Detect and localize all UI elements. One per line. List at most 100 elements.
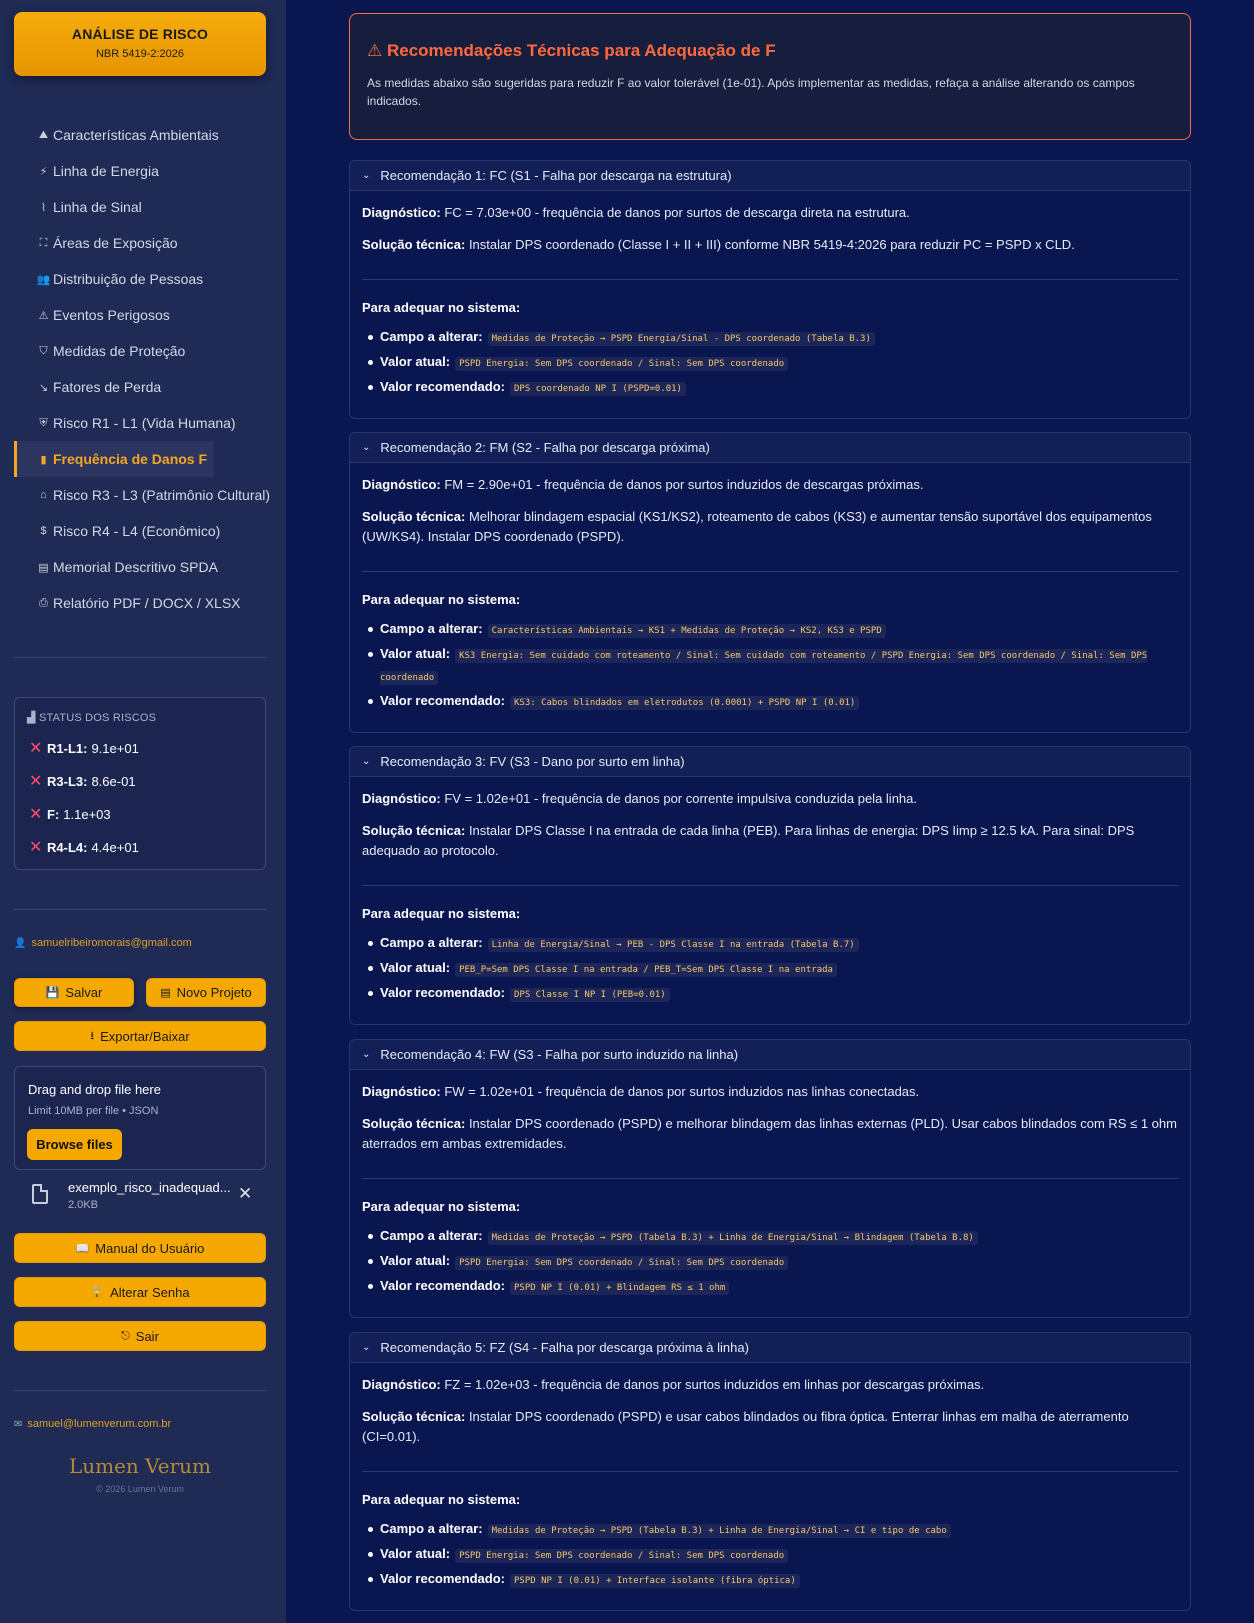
new-project-button[interactable]: ▤ Novo Projeto	[146, 978, 266, 1007]
nav-distribuicao-pessoas[interactable]: 👥 Distribuição de Pessoas	[14, 261, 286, 297]
lock-icon: 🔒	[90, 1286, 105, 1299]
nav-label: Risco R4 - L4 (Econômico)	[53, 523, 221, 539]
status-row-r3: ✕ R3-L3: 8.6e-01	[29, 773, 136, 790]
recommendation-1: ⌄ Recomendação 1: FC (S1 - Falha por desc…	[349, 160, 1191, 419]
nav-eventos-perigosos[interactable]: ⚠ Eventos Perigosos	[14, 297, 286, 333]
technical-solution: Solução técnica: Melhorar blindagem espa…	[362, 509, 1152, 544]
adjust-heading: Para adequar no sistema:	[362, 1199, 521, 1214]
file-size: 2.0KB	[68, 1199, 98, 1211]
export-button[interactable]: ⭳ Exportar/Baixar	[14, 1021, 266, 1051]
nav-medidas-protecao[interactable]: ⛉ Medidas de Proteção	[14, 333, 286, 369]
fail-icon: ✕	[29, 773, 43, 790]
nav-label: Linha de Energia	[53, 163, 159, 179]
logout-icon: ⎋	[121, 1329, 130, 1342]
remove-file-icon[interactable]: ✕	[238, 1184, 252, 1204]
adjust-heading: Para adequar no sistema:	[362, 592, 521, 607]
chevron-down-icon: ⌄	[362, 170, 371, 181]
logout-button[interactable]: ⎋ Sair	[14, 1321, 266, 1351]
museum-icon: ⌂	[40, 489, 47, 501]
browse-files-button[interactable]: Browse files	[27, 1129, 122, 1160]
divider	[14, 909, 266, 910]
chevron-down-icon: ⌄	[362, 1049, 371, 1060]
people-icon: 👥	[36, 273, 51, 286]
diagnostic: Diagnóstico: FM = 2.90e+01 - frequência …	[362, 477, 924, 492]
file-name: exemplo_risco_inadequad...	[68, 1180, 231, 1195]
chevron-down-icon: ⌄	[362, 1342, 371, 1353]
recommendation-header[interactable]: ⌄ Recomendação 3: FV (S3 - Dano por surto…	[350, 747, 1190, 777]
diagnostic: Diagnóstico: FC = 7.03e+00 - frequência …	[362, 205, 910, 220]
field-to-change: Campo a alterar: Características Ambienta…	[368, 619, 1178, 641]
expand-icon: ⛶	[39, 236, 48, 249]
save-button[interactable]: 💾 Salvar	[14, 978, 134, 1007]
nav-memorial-spda[interactable]: ▤ Memorial Descritivo SPDA	[14, 549, 286, 585]
nav-label: Relatório PDF / DOCX / XLSX	[53, 595, 241, 611]
current-value: Valor atual: PSPD Energia: Sem DPS coorde…	[368, 1251, 1178, 1273]
recommendation-header[interactable]: ⌄ Recomendação 5: FZ (S4 - Falha por desc…	[350, 1333, 1190, 1363]
field-to-change: Campo a alterar: Medidas de Proteção → PS…	[368, 1226, 1178, 1248]
current-value: Valor atual: KS3 Energia: Sem cuidado com…	[368, 644, 1178, 688]
technical-solution: Solução técnica: Instalar DPS coordenado…	[362, 1409, 1129, 1444]
nav-risco-r3[interactable]: ⌂ Risco R3 - L3 (Patrimônio Cultural)	[14, 477, 286, 513]
technical-solution: Solução técnica: Instalar DPS Classe I n…	[362, 823, 1135, 858]
current-value: Valor atual: PSPD Energia: Sem DPS coorde…	[368, 352, 1178, 374]
nav-label: Fatores de Perda	[53, 379, 162, 395]
risk-status-panel: ▟ STATUS DOS RISCOS ✕ R1-L1: 9.1e+01 ✕ R3-L…	[14, 697, 266, 870]
nav-caracteristicas-ambientais[interactable]: ⛰ Características Ambientais	[14, 117, 286, 153]
divider	[14, 657, 266, 658]
user-email: 👤 samuelribeiromorais@gmail.com	[14, 937, 192, 949]
brand-title: ANÁLISE DE RISCO	[71, 26, 209, 42]
warning-icon: ⚠	[367, 41, 383, 60]
nav-label: Risco R3 - L3 (Patrimônio Cultural)	[53, 487, 271, 503]
nav-risco-r4[interactable]: $ Risco R4 - L4 (Econômico)	[14, 513, 286, 549]
field-to-change: Campo a alterar: Linha de Energia/Sinal →…	[368, 933, 1178, 955]
divider	[362, 1178, 1178, 1179]
adjust-heading: Para adequar no sistema:	[362, 906, 521, 921]
alert-text: As medidas abaixo são sugeridas para red…	[367, 76, 1135, 108]
nav-label: Características Ambientais	[53, 127, 219, 143]
nav-label: Frequência de Danos F	[53, 451, 208, 467]
recommended-value: Valor recomendado: DPS coordenado NP I (P…	[368, 377, 1178, 399]
status-row-r1: ✕ R1-L1: 9.1e+01	[29, 740, 139, 757]
status-row-r4: ✕ R4-L4: 4.4e+01	[29, 839, 139, 856]
technical-solution: Solução técnica: Instalar DPS coordenado…	[362, 1116, 1177, 1151]
adjust-heading: Para adequar no sistema:	[362, 300, 521, 315]
nav-frequencia-danos[interactable]: ▮ Frequência de Danos F	[14, 441, 214, 477]
recommendation-header[interactable]: ⌄ Recomendação 4: FW (S3 - Falha por surt…	[350, 1040, 1190, 1070]
divider	[14, 1390, 266, 1391]
field-to-change: Campo a alterar: Medidas de Proteção → PS…	[368, 1519, 1178, 1541]
divider	[362, 571, 1178, 572]
uploaded-file: exemplo_risco_inadequad... 2.0KB ✕	[14, 1174, 266, 1218]
fail-icon: ✕	[29, 740, 43, 757]
nav-label: Eventos Perigosos	[53, 307, 170, 323]
nav-linha-energia[interactable]: ⚡ Linha de Energia	[14, 153, 286, 189]
nav-fatores-perda[interactable]: ↘ Fatores de Perda	[14, 369, 286, 405]
nav-label: Linha de Sinal	[53, 199, 142, 215]
divider	[362, 885, 1178, 886]
recommendation-header[interactable]: ⌄ Recomendação 2: FM (S2 - Falha por desc…	[350, 433, 1190, 463]
nav-label: Memorial Descritivo SPDA	[53, 559, 218, 575]
nav-linha-sinal[interactable]: ⌇ Linha de Sinal	[14, 189, 286, 225]
change-password-button[interactable]: 🔒 Alterar Senha	[14, 1277, 266, 1307]
nav-label: Risco R1 - L1 (Vida Humana)	[53, 415, 236, 431]
antenna-icon: ⌇	[40, 201, 47, 214]
status-row-f: ✕ F: 1.1e+03	[29, 806, 111, 823]
file-dropzone[interactable]: Drag and drop file here Limit 10MB per f…	[14, 1066, 266, 1170]
diagnostic: Diagnóstico: FZ = 1.02e+03 - frequência …	[362, 1377, 985, 1392]
copyright: © 2026 Lumen Verum	[96, 1484, 184, 1494]
nav-areas-exposicao[interactable]: ⛶ Áreas de Exposição	[14, 225, 286, 261]
nav-relatorio[interactable]: ⎙ Relatório PDF / DOCX / XLSX	[14, 585, 286, 621]
user-icon: 👤	[14, 937, 27, 949]
contact-email[interactable]: ✉ samuel@lumenverum.com.br	[14, 1418, 171, 1430]
download-icon: ⭳	[90, 1029, 95, 1042]
recommendation-header[interactable]: ⌄ Recomendação 1: FC (S1 - Falha por desc…	[350, 161, 1190, 191]
recommendations-alert: ⚠ Recomendações Técnicas para Adequação …	[349, 13, 1191, 140]
document-icon: ▤	[38, 561, 49, 574]
status-title: ▟ STATUS DOS RISCOS	[27, 712, 157, 724]
alert-title: ⚠ Recomendações Técnicas para Adequação …	[367, 41, 776, 60]
user-manual-button[interactable]: 📖 Manual do Usuário	[14, 1233, 266, 1263]
nav-risco-r1[interactable]: ⛨ Risco R1 - L1 (Vida Humana)	[14, 405, 286, 441]
recommendation-5: ⌄ Recomendação 5: FZ (S4 - Falha por desc…	[349, 1332, 1191, 1611]
technical-solution: Solução técnica: Instalar DPS coordenado…	[362, 237, 1075, 252]
recommended-value: Valor recomendado: DPS Classe I NP I (PEB…	[368, 983, 1178, 1005]
book-icon: 📖	[75, 1242, 90, 1255]
